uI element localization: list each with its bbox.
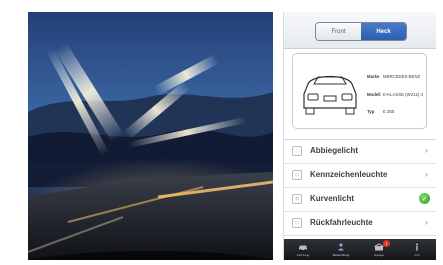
tab-bar: Fahrzeug Beleuchtung 1 Garage Info xyxy=(284,239,436,260)
tab-label: Fahrzeug xyxy=(296,253,310,257)
night-road-illustration xyxy=(28,12,273,260)
chevron-right-icon: › xyxy=(425,169,428,179)
row-label: Kurvenlicht xyxy=(310,194,355,203)
curve-light-icon: ⟲ xyxy=(292,194,302,204)
list-row-kurvenlicht[interactable]: ⟲ Kurvenlicht ✓ xyxy=(284,188,436,212)
tab-info[interactable]: Info xyxy=(398,239,436,260)
row-label: Kennzeichenleuchte xyxy=(310,170,388,179)
tab-garage[interactable]: 1 Garage xyxy=(360,239,398,260)
list-row-rueckfahrleuchte[interactable]: □ Rückfahrleuchte › xyxy=(284,212,436,236)
lighting-list: ◌ Abbiegelicht › ▭ Kennzeichenleuchte › … xyxy=(284,139,436,240)
tab-label: Beleuchtung xyxy=(332,253,350,257)
reverse-light-icon: □ xyxy=(292,218,302,228)
tab-fahrzeug[interactable]: Fahrzeug xyxy=(284,239,322,260)
bulb-icon: ◌ xyxy=(292,146,302,156)
model-value: E-KLASSE (W212) 4 xyxy=(383,92,423,97)
segment-heck[interactable]: Heck xyxy=(361,23,406,40)
row-label: Abbiegelicht xyxy=(310,146,359,155)
list-row-abbiegelicht[interactable]: ◌ Abbiegelicht › xyxy=(284,140,436,164)
make-label: Marke xyxy=(367,74,380,79)
notification-badge: 1 xyxy=(383,240,390,247)
person-icon xyxy=(338,243,344,251)
info-icon xyxy=(416,243,418,251)
type-value: E 350 xyxy=(383,109,395,114)
car-icon xyxy=(299,245,307,251)
chevron-right-icon: › xyxy=(425,217,428,227)
row-label: Rückfahrleuchte xyxy=(310,218,373,227)
tab-label: Info xyxy=(414,253,420,257)
car-rear-icon xyxy=(303,75,357,115)
type-label: Typ xyxy=(367,109,375,114)
navigation-header: Front Heck xyxy=(284,12,436,49)
plate-light-icon: ▭ xyxy=(292,170,302,180)
iphone-app-screen: Front Heck Marke MERCEDES-BENZ Modell E-… xyxy=(283,12,436,260)
segmented-control[interactable]: Front Heck xyxy=(315,22,407,41)
list-row-kennzeichenleuchte[interactable]: ▭ Kennzeichenleuchte › xyxy=(284,164,436,188)
make-value: MERCEDES-BENZ xyxy=(383,74,421,79)
model-label: Modell xyxy=(367,92,381,97)
vehicle-card: Marke MERCEDES-BENZ Modell E-KLASSE (W21… xyxy=(292,53,427,129)
segment-front[interactable]: Front xyxy=(316,23,361,40)
tab-beleuchtung[interactable]: Beleuchtung xyxy=(322,239,360,260)
chevron-right-icon: › xyxy=(425,145,428,155)
tab-label: Garage xyxy=(373,253,384,257)
check-ok-icon: ✓ xyxy=(419,193,430,204)
night-road-photo xyxy=(28,12,273,260)
